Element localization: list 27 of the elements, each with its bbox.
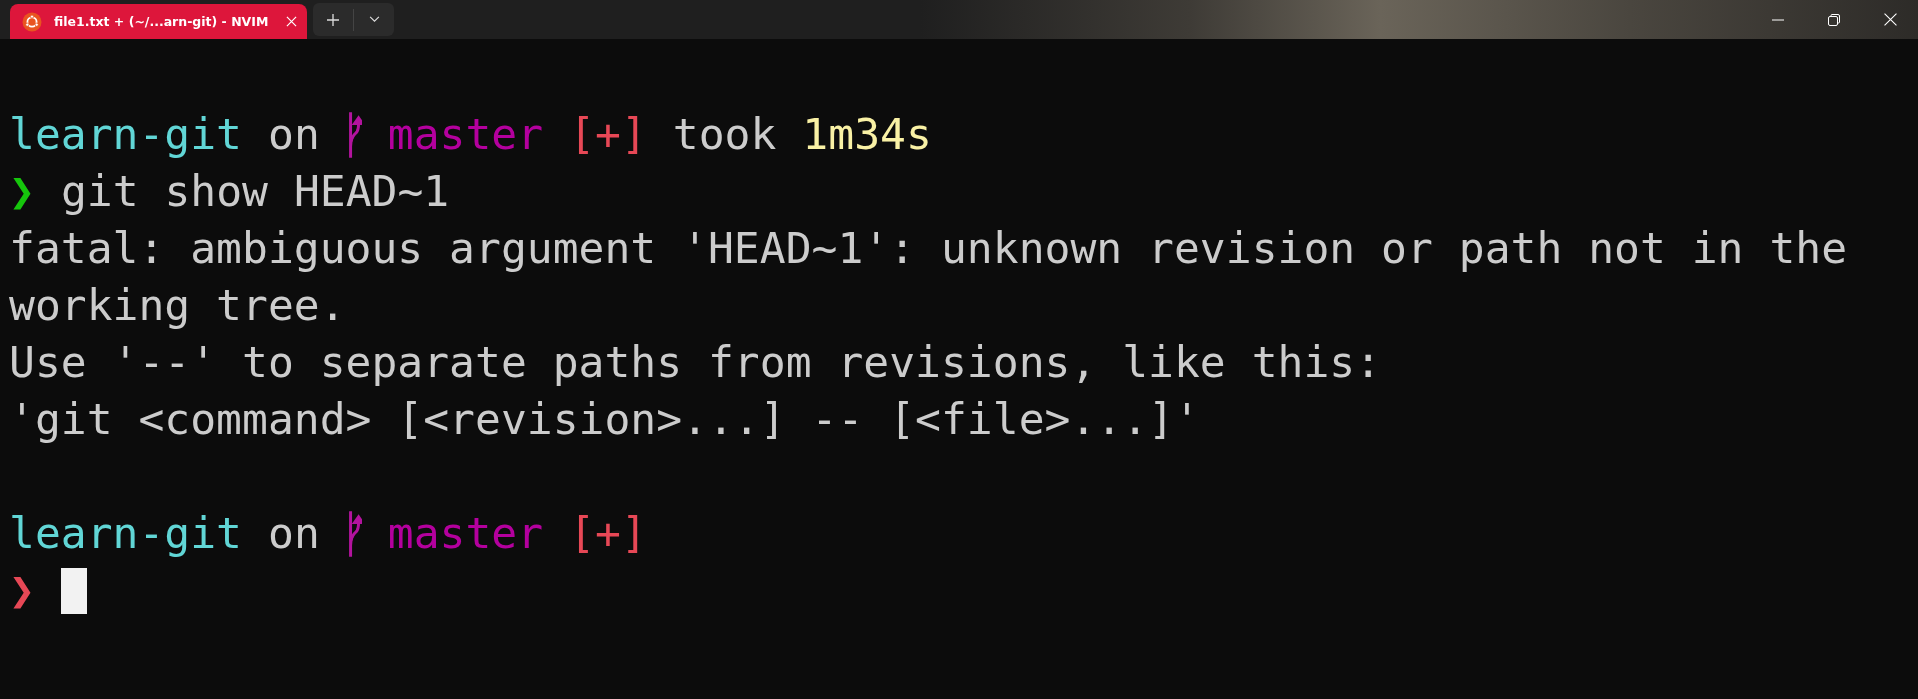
branch-name: master	[387, 108, 544, 161]
output-line: 'git <command> [<revision>...] -- [<file>...]'	[9, 393, 1200, 446]
prompt-text: on	[268, 507, 320, 560]
terminal-tab[interactable]: file1.txt + (~/...arn-git) - NVIM	[10, 4, 308, 39]
tab-title: file1.txt + (~/...arn-git) - NVIM	[54, 14, 269, 29]
command-text: git show HEAD~1	[60, 165, 450, 218]
command-duration: 1m34s	[802, 108, 932, 161]
directory-name: learn-git	[9, 507, 242, 560]
text-cursor	[60, 567, 87, 614]
chevron-down-icon	[368, 16, 380, 23]
ubuntu-logo-icon	[22, 11, 42, 32]
git-status: [+]	[569, 108, 647, 161]
restore-icon	[1828, 13, 1840, 26]
close-icon	[1883, 13, 1897, 26]
output-line: Use '--' to separate paths from revisions, like this:	[9, 336, 1382, 389]
prompt-symbol: ❯	[9, 165, 35, 218]
prompt-text: took	[672, 108, 777, 161]
plus-icon	[327, 13, 340, 26]
minimize-icon	[1772, 18, 1784, 21]
output-line: fatal: ambiguous argument 'HEAD~1': unknown revision or path not in the	[9, 222, 1848, 275]
prompt-symbol: ❯	[9, 564, 35, 617]
directory-name: learn-git	[9, 108, 242, 161]
prompt-text: on	[268, 108, 320, 161]
close-tab-icon[interactable]	[286, 16, 298, 27]
branch-name: master	[387, 507, 544, 560]
git-status: [+]	[569, 507, 647, 560]
output-line: working tree.	[9, 279, 346, 332]
